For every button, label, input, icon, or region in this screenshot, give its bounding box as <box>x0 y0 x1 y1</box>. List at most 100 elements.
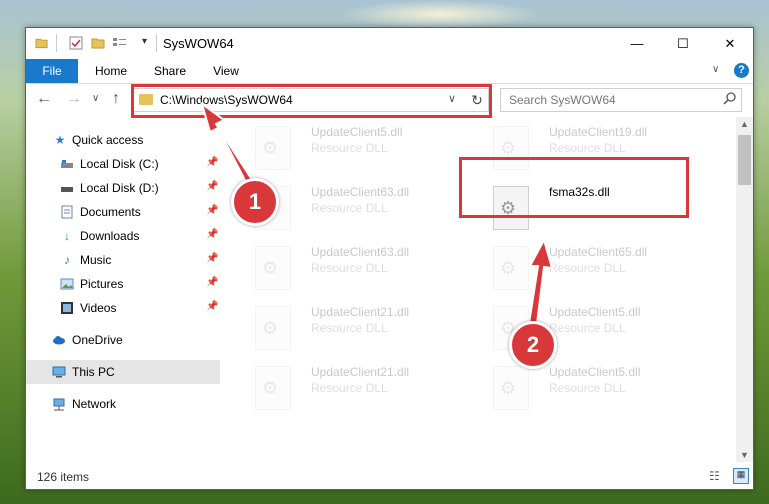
window-title: SysWOW64 <box>163 36 234 51</box>
tab-home[interactable]: Home <box>84 59 138 83</box>
gear-icon: ⚙ <box>262 258 279 278</box>
file-type: Resource DLL <box>311 201 388 215</box>
file-name: UpdateClient65.dll <box>549 245 648 259</box>
vertical-scrollbar[interactable]: ▲ ▼ <box>736 117 753 462</box>
navigation-pane: ★ Quick access Local Disk (C:) 📌 Local D… <box>26 117 220 462</box>
file-name: UpdateClient21.dll <box>311 305 410 319</box>
file-item[interactable]: ⚙ UpdateClient5.dll Resource DLL <box>479 361 709 417</box>
back-arrow-icon[interactable]: ← <box>36 90 52 108</box>
background-glow <box>340 0 540 28</box>
nav-label: Downloads <box>80 229 140 243</box>
pin-icon[interactable]: 📌 <box>206 229 218 240</box>
pictures-icon <box>60 278 74 290</box>
nav-item-pictures[interactable]: Pictures 📌 <box>26 272 220 296</box>
file-name: UpdateClient5.dll <box>549 365 641 379</box>
file-item[interactable]: ⚙ UpdateClient5.dll Resource DLL <box>241 121 471 177</box>
file-type: Resource DLL <box>311 261 388 275</box>
properties-check-icon[interactable] <box>69 36 83 50</box>
nav-item-local-disk-c[interactable]: Local Disk (C:) 📌 <box>26 152 220 176</box>
step-badge-2: 2 <box>509 321 557 369</box>
folder-icon[interactable] <box>35 36 48 50</box>
nav-label: Videos <box>80 301 117 315</box>
forward-arrow-icon[interactable]: → <box>66 90 82 108</box>
expand-ribbon-chevron-icon[interactable]: ∨ <box>712 64 719 75</box>
file-item[interactable]: ⚙ UpdateClient21.dll Resource DLL <box>241 361 471 417</box>
help-icon[interactable]: ? <box>734 63 749 78</box>
nav-label: Local Disk (C:) <box>80 157 159 171</box>
file-name: UpdateClient63.dll <box>311 185 410 199</box>
file-item[interactable]: ⚙ UpdateClient65.dll Resource DLL <box>479 241 709 297</box>
search-placeholder: Search SysWOW64 <box>509 93 616 107</box>
file-item[interactable]: ⚙ UpdateClient63.dll Resource DLL <box>241 241 471 297</box>
nav-item-this-pc[interactable]: This PC <box>26 360 220 384</box>
item-count: 126 items <box>37 470 90 484</box>
pin-icon[interactable]: 📌 <box>206 181 218 192</box>
file-type: Resource DLL <box>549 321 626 335</box>
tab-view[interactable]: View <box>202 59 250 83</box>
pin-icon[interactable]: 📌 <box>206 157 218 168</box>
title-bar: ▾ SysWOW64 — ☐ ✕ <box>26 28 753 59</box>
dll-file-icon: ⚙ <box>255 306 291 350</box>
status-bar: 126 items ☷ ▦ <box>26 465 753 489</box>
nav-item-network[interactable]: Network <box>26 392 220 416</box>
nav-label: This PC <box>72 365 115 379</box>
nav-item-documents[interactable]: Documents 📌 <box>26 200 220 224</box>
file-name: UpdateClient5.dll <box>311 125 403 139</box>
gear-icon: ⚙ <box>500 258 517 278</box>
search-icon[interactable] <box>723 91 737 105</box>
search-input[interactable]: Search SysWOW64 <box>500 88 742 112</box>
details-view-icon[interactable]: ☷ <box>709 469 720 483</box>
close-button[interactable]: ✕ <box>707 28 753 59</box>
file-item[interactable]: ⚙ UpdateClient21.dll Resource DLL <box>241 301 471 357</box>
nav-item-quick-access[interactable]: ★ Quick access <box>26 128 220 152</box>
nav-label: Documents <box>80 205 141 219</box>
gear-icon: ⚙ <box>500 138 517 158</box>
nav-label: Network <box>72 397 117 411</box>
minimize-button[interactable]: — <box>614 28 660 59</box>
view-options-icon[interactable] <box>112 36 128 50</box>
scroll-down-arrow-icon[interactable]: ▼ <box>740 450 749 460</box>
file-type: Resource DLL <box>549 141 626 155</box>
file-type: Resource DLL <box>311 141 388 155</box>
videos-icon <box>61 302 73 314</box>
up-arrow-icon[interactable]: ↑ <box>112 90 120 108</box>
nav-item-videos[interactable]: Videos 📌 <box>26 296 220 320</box>
nav-item-onedrive[interactable]: OneDrive <box>26 328 220 352</box>
pin-icon[interactable]: 📌 <box>206 277 218 288</box>
nav-label: Quick access <box>72 133 144 147</box>
nav-label: Music <box>80 253 112 267</box>
file-name: UpdateClient63.dll <box>311 245 410 259</box>
maximize-button[interactable]: ☐ <box>660 28 706 59</box>
file-type: Resource DLL <box>311 381 388 395</box>
dll-file-icon: ⚙ <box>255 126 291 170</box>
dll-file-icon: ⚙ <box>255 366 291 410</box>
nav-label: Local Disk (D:) <box>80 181 159 195</box>
customize-toolbar-chevron-icon[interactable]: ▾ <box>142 36 147 47</box>
address-bar-highlight <box>131 84 492 118</box>
recent-locations-chevron-icon[interactable]: ∨ <box>92 93 99 104</box>
tab-share[interactable]: Share <box>142 59 198 83</box>
gear-icon: ⚙ <box>262 318 279 338</box>
nav-item-downloads[interactable]: ↓ Downloads 📌 <box>26 224 220 248</box>
gear-icon: ⚙ <box>500 378 517 398</box>
scroll-up-arrow-icon[interactable]: ▲ <box>740 119 749 129</box>
network-icon <box>53 398 65 411</box>
documents-icon <box>61 205 73 219</box>
nav-item-local-disk-d[interactable]: Local Disk (D:) 📌 <box>26 176 220 200</box>
gear-icon: ⚙ <box>262 138 279 158</box>
file-name: UpdateClient19.dll <box>549 125 648 139</box>
scroll-thumb[interactable] <box>738 135 751 185</box>
file-highlight <box>459 157 689 218</box>
tab-file[interactable]: File <box>26 59 78 83</box>
pin-icon[interactable]: 📌 <box>206 205 218 216</box>
pin-icon[interactable]: 📌 <box>206 253 218 264</box>
dll-file-icon: ⚙ <box>493 366 529 410</box>
file-name: UpdateClient5.dll <box>549 305 641 319</box>
nav-item-music[interactable]: ♪ Music 📌 <box>26 248 220 272</box>
cloud-icon <box>53 336 65 345</box>
file-type: Resource DLL <box>549 261 626 275</box>
large-icons-view-icon[interactable]: ▦ <box>733 468 749 484</box>
toolbar-separator <box>56 34 57 52</box>
new-folder-icon[interactable] <box>91 36 105 50</box>
pin-icon[interactable]: 📌 <box>206 301 218 312</box>
